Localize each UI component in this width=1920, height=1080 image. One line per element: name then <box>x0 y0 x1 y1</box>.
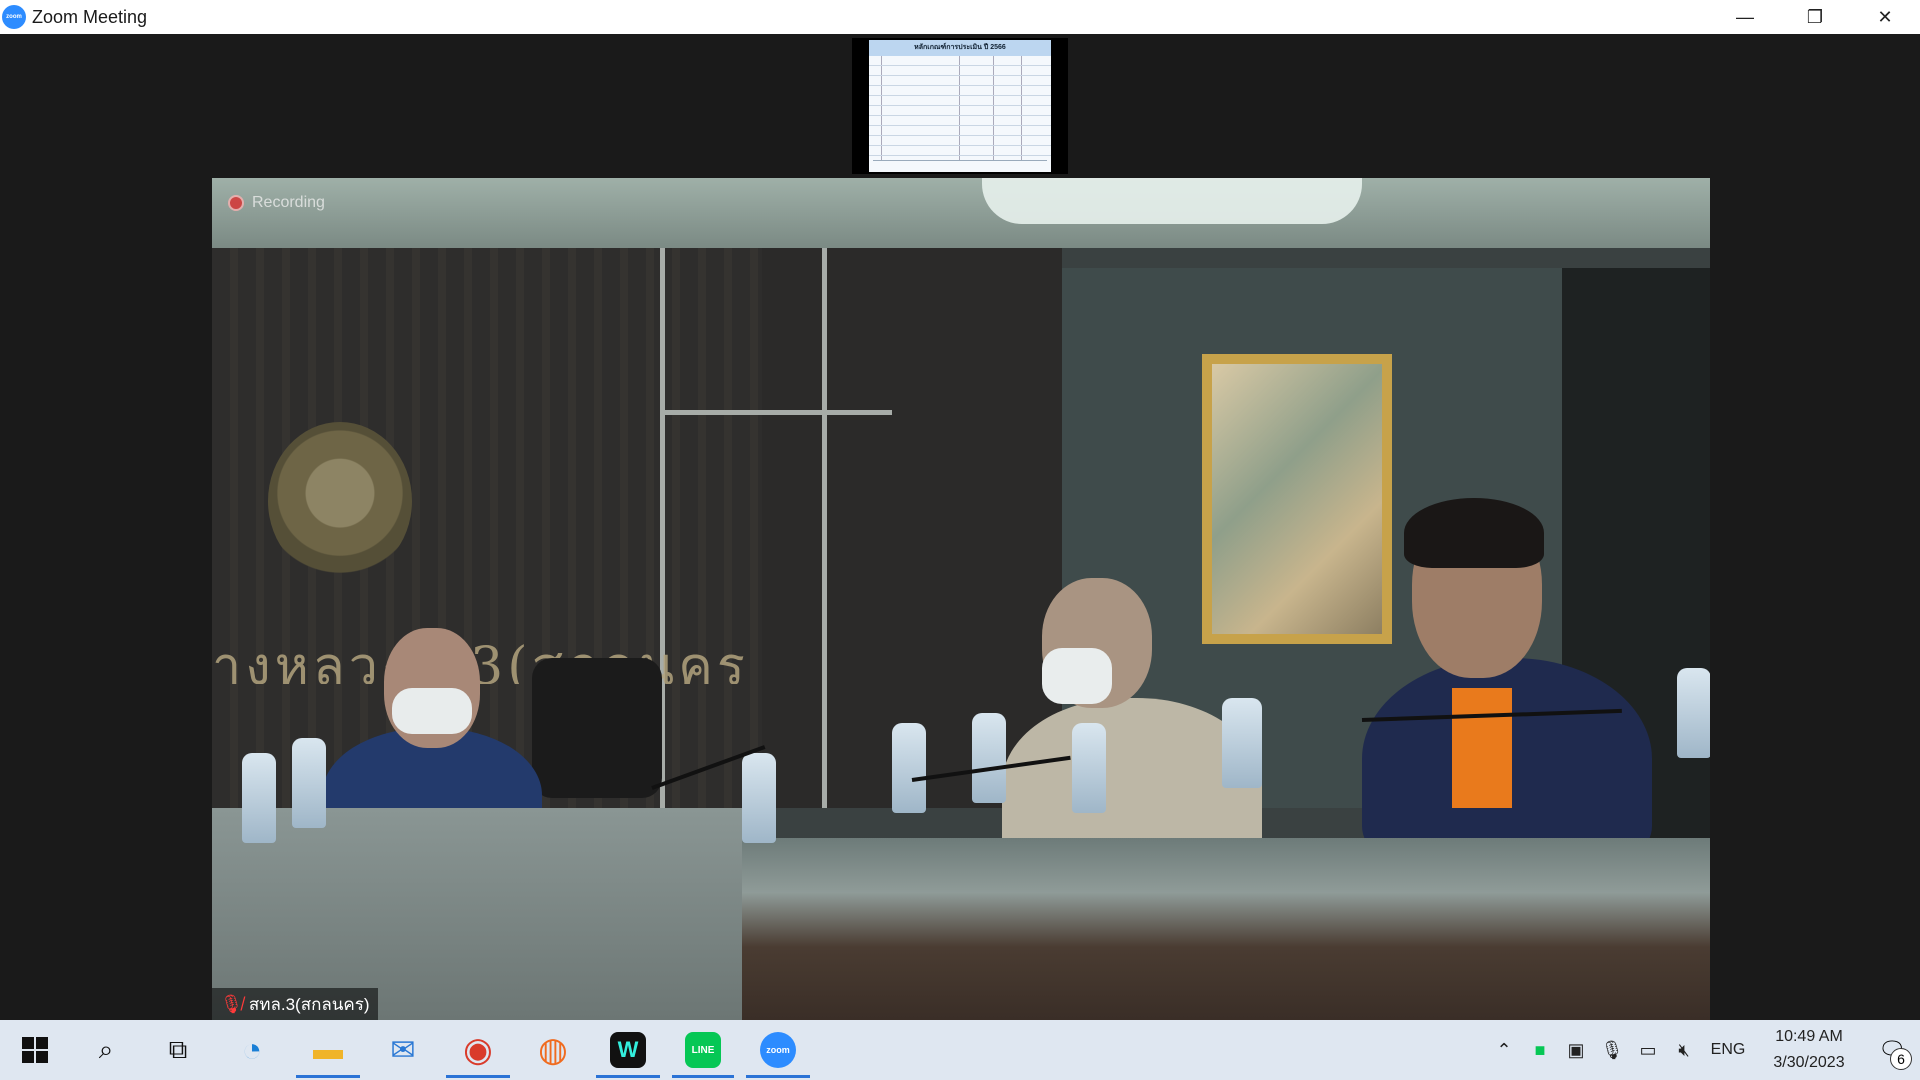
orange-shirt <box>1452 688 1512 808</box>
water-bottle <box>1222 698 1262 788</box>
microphone-tray-button[interactable]: 🎙︎ <box>1594 1020 1630 1080</box>
ceiling <box>212 178 1710 248</box>
record-icon <box>228 195 244 211</box>
line-icon: LINE <box>685 1032 721 1068</box>
microphone-icon: 🎙︎ <box>1600 1039 1624 1060</box>
emblem-seal <box>268 422 412 580</box>
taskbar-line[interactable]: LINE <box>666 1020 740 1080</box>
participant-name: สทล.3(สกลนคร) <box>248 994 370 1014</box>
participant-name-tag: 🎙︎̸ สทล.3(สกลนคร) <box>212 988 378 1020</box>
face-mask <box>392 688 472 734</box>
shared-document-footer <box>873 160 1047 170</box>
water-bottle <box>242 753 276 843</box>
wall-sign: างหลวงที่ 3(สกลนคร) <box>212 637 752 684</box>
office-chair <box>532 658 662 798</box>
windows-taskbar: ⌕ ⧉ ◔ ▬ ✉ ◉ ◍ W LINE zoom ⌃ ■ ▣ 🎙︎ ▭ 🔇︎ … <box>0 1020 1920 1080</box>
search-button[interactable]: ⌕ <box>70 1020 142 1080</box>
chevron-up-icon: ⌃ <box>1496 1039 1512 1060</box>
participant-hair <box>1404 498 1544 568</box>
zoom-icon: zoom <box>760 1032 796 1068</box>
water-bottle <box>1677 668 1710 758</box>
wall-trim <box>822 248 827 808</box>
recording-indicator: Recording <box>228 194 325 212</box>
notification-center-button[interactable]: 🗨︎ 6 <box>1864 1020 1920 1080</box>
battery-button[interactable]: ▭ <box>1630 1020 1666 1080</box>
wall-trim <box>660 410 892 415</box>
ceiling-light <box>982 178 1362 224</box>
taskbar-zoom[interactable]: zoom <box>740 1020 816 1080</box>
input-language[interactable]: ENG <box>1702 1041 1754 1059</box>
royal-portrait <box>1202 354 1392 644</box>
title-bar: zoom Zoom Meeting — ❐ ✕ <box>0 0 1920 34</box>
notification-badge: 6 <box>1890 1048 1912 1070</box>
water-bottle <box>292 738 326 828</box>
meet-now-button[interactable]: ▣ <box>1558 1020 1594 1080</box>
taskbar-edge[interactable]: ◔ <box>214 1020 290 1080</box>
meeting-stage: หลักเกณฑ์การประเมิน ปี 2566 างหลวงที่ 3(… <box>0 34 1920 1020</box>
camera-icon: ▣ <box>1567 1039 1585 1060</box>
task-view-button[interactable]: ⧉ <box>142 1020 214 1080</box>
volume-muted-icon: 🔇︎ <box>1678 1039 1690 1060</box>
window-title: Zoom Meeting <box>32 6 148 27</box>
shared-document-table <box>869 56 1051 160</box>
water-bottle <box>742 753 776 843</box>
restore-button[interactable]: ❐ <box>1780 0 1850 34</box>
water-bottle <box>1072 723 1106 813</box>
windows-logo-icon <box>22 1037 48 1063</box>
shared-document: หลักเกณฑ์การประเมิน ปี 2566 <box>869 40 1051 172</box>
shared-document-title: หลักเกณฑ์การประเมิน ปี 2566 <box>869 40 1051 56</box>
face-mask <box>1042 648 1112 704</box>
volume-button[interactable]: 🔇︎ <box>1666 1020 1702 1080</box>
close-button[interactable]: ✕ <box>1850 0 1920 34</box>
folder-icon: ▬ <box>313 1033 343 1066</box>
taskbar-firefox[interactable]: ◍ <box>516 1020 590 1080</box>
line-tray-button[interactable]: ■ <box>1522 1020 1558 1080</box>
edge-icon: ◔ <box>241 1030 263 1069</box>
clock[interactable]: 10:49 AM 3/30/2023 <box>1754 1024 1864 1076</box>
task-view-icon: ⧉ <box>168 1034 188 1064</box>
taskbar-file-explorer[interactable]: ▬ <box>290 1020 366 1080</box>
show-hidden-icons-button[interactable]: ⌃ <box>1486 1020 1522 1080</box>
firefox-icon: ◍ <box>538 1031 568 1069</box>
taskbar-mail[interactable]: ✉ <box>366 1020 440 1080</box>
taskbar-webex[interactable]: W <box>590 1020 666 1080</box>
clock-date: 3/30/2023 <box>1773 1054 1845 1071</box>
water-bottle <box>892 723 926 813</box>
start-button[interactable] <box>0 1020 70 1080</box>
search-icon: ⌕ <box>98 1034 114 1064</box>
water-bottle <box>972 713 1006 803</box>
battery-icon: ▭ <box>1639 1039 1657 1060</box>
webex-icon: W <box>610 1032 646 1068</box>
mail-icon: ✉ <box>390 1033 416 1067</box>
line-tray-icon: ■ <box>1534 1039 1546 1060</box>
mic-muted-icon: 🎙︎̸ <box>220 993 243 1014</box>
active-speaker-video[interactable]: างหลวงที่ 3(สกลนคร) Recording 🎙︎̸ สทล.3(… <box>212 178 1710 1020</box>
window-controls: — ❐ ✕ <box>1710 0 1920 34</box>
chrome-icon: ◉ <box>463 1031 493 1069</box>
clock-time: 10:49 AM <box>1775 1028 1843 1045</box>
zoom-logo-icon: zoom <box>2 5 26 29</box>
taskbar-chrome[interactable]: ◉ <box>440 1020 516 1080</box>
recording-label: Recording <box>252 194 325 211</box>
minimize-button[interactable]: — <box>1710 0 1780 34</box>
system-tray: ⌃ ■ ▣ 🎙︎ ▭ 🔇︎ ENG 10:49 AM 3/30/2023 🗨︎ … <box>1486 1020 1920 1080</box>
shared-screen-thumbnail[interactable]: หลักเกณฑ์การประเมิน ปี 2566 <box>852 38 1068 174</box>
meeting-table <box>742 838 1710 1020</box>
